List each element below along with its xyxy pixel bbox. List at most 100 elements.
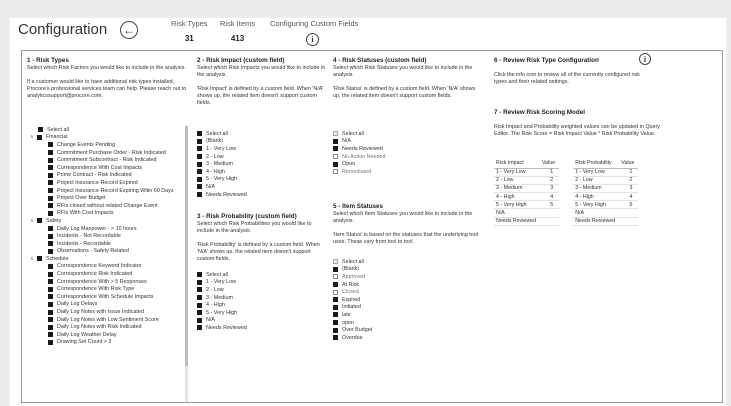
scrollbar-thumb[interactable]: [185, 126, 188, 366]
checkbox-item[interactable]: (Blank): [197, 138, 327, 146]
checkbox[interactable]: [333, 266, 338, 272]
table-header[interactable]: Value: [540, 158, 560, 169]
checkbox-item[interactable]: Expired: [333, 296, 483, 304]
checkbox-item[interactable]: Correspondence With Schedule Impacts: [30, 293, 186, 301]
checkbox-item[interactable]: RFIs closed without related Change Event: [30, 202, 186, 210]
table-header[interactable]: Value: [619, 158, 639, 169]
checkbox[interactable]: [333, 161, 338, 167]
checkbox-item[interactable]: Observations - Safety Related: [30, 248, 186, 256]
checkbox[interactable]: [333, 138, 338, 144]
checkbox[interactable]: [48, 279, 53, 285]
checkbox[interactable]: [197, 272, 202, 278]
checkbox[interactable]: [197, 295, 202, 301]
checkbox[interactable]: [197, 161, 202, 167]
checkbox[interactable]: [333, 282, 338, 288]
checkbox[interactable]: [333, 259, 338, 265]
checkbox[interactable]: [48, 286, 53, 292]
checkbox[interactable]: [48, 301, 53, 307]
checkbox-item[interactable]: Select all: [30, 126, 186, 134]
checkbox[interactable]: [48, 157, 53, 163]
checkbox-item[interactable]: Correspondence Keyword Indicator: [30, 263, 186, 271]
checkbox-item[interactable]: Approved: [333, 273, 483, 281]
checkbox[interactable]: [197, 184, 202, 190]
checkbox-item[interactable]: Project Insurance Record Expiring Witin …: [30, 187, 186, 195]
checkbox[interactable]: [48, 309, 53, 315]
checkbox[interactable]: [197, 317, 202, 323]
risk-types-list[interactable]: Select all ∧ Financial Change Events Pendin…: [30, 126, 186, 402]
checkbox-item[interactable]: Prime Contract - Risk Indicated: [30, 172, 186, 180]
checkbox-item[interactable]: Initiated: [333, 304, 483, 312]
checkbox-item[interactable]: Closed: [333, 288, 483, 296]
checkbox-item[interactable]: 5 - Very High: [197, 309, 327, 317]
checkbox-item[interactable]: Correspondence Risk Indicated: [30, 270, 186, 278]
checkbox[interactable]: [48, 180, 53, 186]
checkbox[interactable]: [333, 335, 338, 341]
checkbox-item[interactable]: Daily Log Weather Delay: [30, 331, 186, 339]
checkbox[interactable]: [197, 154, 202, 160]
checkbox[interactable]: [48, 263, 53, 269]
checkbox-item[interactable]: N/A: [197, 317, 327, 325]
checkbox-item[interactable]: Correspondence With > 5 Responses: [30, 278, 186, 286]
checkbox-item[interactable]: 1 - Very Low: [197, 145, 327, 153]
checkbox-item[interactable]: late: [333, 311, 483, 319]
checkbox-item[interactable]: Project Insurance Record Expired: [30, 179, 186, 187]
checkbox-item[interactable]: Incidents - Not Recordable: [30, 232, 186, 240]
checkbox[interactable]: [333, 146, 338, 152]
checkbox[interactable]: [48, 294, 53, 300]
checkbox-item[interactable]: N/A: [333, 138, 483, 146]
checkbox[interactable]: [197, 176, 202, 182]
checkbox-item[interactable]: Select all: [333, 130, 483, 138]
checkbox-item[interactable]: Over Budget: [333, 326, 483, 334]
risk-types-scrollbar[interactable]: [185, 126, 188, 402]
checkbox[interactable]: [197, 310, 202, 316]
checkbox[interactable]: [37, 134, 42, 140]
checkbox-item[interactable]: Daily Log Manpower - > 10 hours: [30, 225, 186, 233]
checkbox-item[interactable]: (Blank): [333, 266, 483, 274]
checkbox[interactable]: [197, 302, 202, 308]
collapse-caret-icon[interactable]: ∧: [30, 134, 37, 140]
checkbox[interactable]: [333, 154, 338, 160]
checkbox-item[interactable]: Commitment Subcontract - Risk Indicated: [30, 156, 186, 164]
checkbox-item[interactable]: 5 - Very High: [197, 176, 327, 184]
tree-group[interactable]: ∧ Financial: [30, 134, 186, 142]
checkbox[interactable]: [333, 312, 338, 318]
checkbox[interactable]: [37, 256, 42, 262]
tree-group[interactable]: ∧ Schedule: [30, 255, 186, 263]
checkbox-item[interactable]: At Risk: [333, 281, 483, 289]
checkbox[interactable]: [333, 274, 338, 280]
checkbox-item[interactable]: Needs Reviewed: [197, 324, 327, 332]
checkbox[interactable]: [48, 339, 53, 345]
checkbox[interactable]: [333, 289, 338, 295]
checkbox[interactable]: [48, 317, 53, 323]
checkbox-item[interactable]: 3 - Medium: [197, 160, 327, 168]
checkbox[interactable]: [38, 127, 43, 133]
checkbox[interactable]: [48, 142, 53, 148]
checkbox[interactable]: [48, 172, 53, 178]
checkbox-item[interactable]: Remediated: [333, 168, 483, 176]
checkbox-item[interactable]: Select all: [197, 271, 327, 279]
table-header[interactable]: Risk Probability: [573, 158, 620, 169]
checkbox-item[interactable]: Incidents - Recordable: [30, 240, 186, 248]
checkbox-item[interactable]: Needs Reviewed: [333, 145, 483, 153]
collapse-caret-icon[interactable]: ∧: [30, 218, 37, 224]
checkbox-item[interactable]: Select all: [197, 130, 327, 138]
checkbox[interactable]: [48, 241, 53, 247]
checkbox-item[interactable]: Daily Log Delays: [30, 301, 186, 309]
checkbox[interactable]: [48, 332, 53, 338]
checkbox[interactable]: [48, 203, 53, 209]
checkbox[interactable]: [48, 248, 53, 254]
checkbox[interactable]: [48, 233, 53, 239]
checkbox-item[interactable]: Open: [333, 160, 483, 168]
checkbox[interactable]: [48, 324, 53, 330]
checkbox-item[interactable]: 4 - High: [197, 301, 327, 309]
checkbox-item[interactable]: 2 - Low: [197, 286, 327, 294]
checkbox-item[interactable]: Drawing Set Count > 3: [30, 339, 186, 347]
checkbox[interactable]: [197, 131, 202, 137]
checkbox[interactable]: [333, 131, 338, 137]
checkbox[interactable]: [333, 320, 338, 326]
checkbox-item[interactable]: N/A: [197, 183, 327, 191]
checkbox[interactable]: [197, 287, 202, 293]
back-arrow-icon[interactable]: ←: [120, 21, 138, 39]
checkbox[interactable]: [197, 325, 202, 331]
checkbox-item[interactable]: Change Events Pending: [30, 141, 186, 149]
